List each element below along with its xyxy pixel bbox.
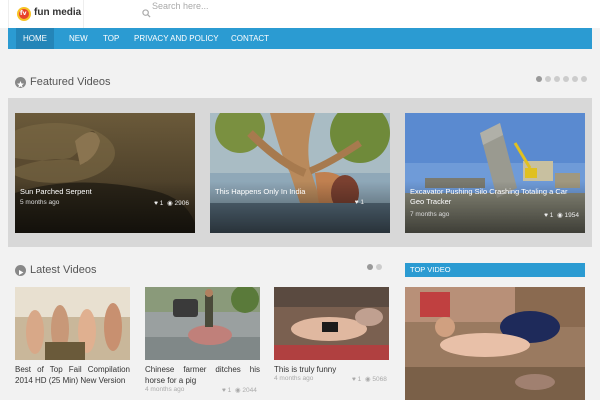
star-icon [15, 77, 26, 88]
carousel-dot[interactable] [367, 264, 373, 270]
eye-icon: ◉ [555, 212, 563, 219]
carousel-dot[interactable] [554, 76, 560, 82]
nav-item-top[interactable]: TOP [96, 28, 126, 49]
featured-video-title[interactable]: Excavator Pushing Silo Crashing Totaling… [410, 187, 580, 207]
search-icon[interactable] [142, 9, 151, 18]
eye-icon: ◉ [233, 387, 241, 394]
top-video-thumbnail[interactable] [405, 287, 585, 400]
latest-video-date: 4 months ago [274, 375, 314, 382]
eye-icon: ◉ [363, 376, 371, 383]
main-nav: HOME NEW TOP PRIVACY AND POLICY CONTACT [8, 28, 592, 49]
carousel-dot[interactable] [545, 76, 551, 82]
top-video-heading: TOP VIDEO [405, 263, 585, 277]
featured-video-title[interactable]: Sun Parched Serpent [20, 187, 92, 197]
featured-video-stats: ♥ 1 ◉ 2906 [154, 200, 189, 207]
latest-video-thumbnail[interactable] [274, 287, 389, 360]
site-logo[interactable]: fv fun media [8, 0, 84, 28]
latest-video-stats: ♥ 1 ◉ 2044 [222, 387, 257, 394]
nav-item-new[interactable]: NEW [62, 28, 95, 49]
heart-icon: ♥ [544, 212, 548, 219]
latest-video-title[interactable]: Best of Top Fail Compilation 2014 HD (25… [15, 364, 130, 386]
latest-video-stats: ♥ 1 ◉ 5068 [352, 376, 387, 383]
search-input[interactable] [152, 0, 352, 12]
featured-video-card[interactable]: Excavator Pushing Silo Crashing Totaling… [405, 113, 585, 233]
eye-icon: ◉ [165, 200, 173, 207]
latest-video-thumbnail[interactable] [15, 287, 130, 360]
heart-icon: ♥ [222, 387, 226, 394]
featured-video-title[interactable]: This Happens Only In India [215, 187, 305, 197]
play-icon [15, 265, 26, 276]
latest-video-thumbnail[interactable] [145, 287, 260, 360]
carousel-dot[interactable] [536, 76, 542, 82]
latest-video-date: 4 months ago [145, 386, 185, 393]
featured-video-stats: ♥ 1 ◉ 1954 [544, 212, 579, 219]
latest-video-title[interactable]: This is truly funny [274, 364, 389, 375]
logo-badge-icon: fv [17, 7, 31, 21]
featured-video-date: 7 months ago [410, 211, 450, 218]
heart-icon: ♥ [154, 200, 158, 207]
site-header: fv fun media [0, 0, 600, 28]
featured-video-card[interactable]: This Happens Only In India ♥ 1 [210, 113, 390, 233]
carousel-dot[interactable] [572, 76, 578, 82]
nav-item-privacy[interactable]: PRIVACY AND POLICY [127, 28, 226, 49]
carousel-dot[interactable] [581, 76, 587, 82]
nav-item-home[interactable]: HOME [16, 28, 54, 49]
featured-video-date: 5 months ago [20, 199, 60, 206]
featured-video-card[interactable]: Sun Parched Serpent 5 months ago ♥ 1 ◉ 2… [15, 113, 195, 233]
latest-title: Latest Videos [30, 264, 97, 276]
heart-icon: ♥ [354, 199, 359, 206]
nav-item-contact[interactable]: CONTACT [224, 28, 276, 49]
featured-video-stats: ♥ 1 [354, 199, 364, 206]
carousel-dot[interactable] [563, 76, 569, 82]
carousel-dot[interactable] [376, 264, 382, 270]
heart-icon: ♥ [352, 376, 356, 383]
latest-video-title[interactable]: Chinese farmer ditches his horse for a p… [145, 364, 260, 386]
logo-text: fun media [34, 7, 82, 18]
featured-title: Featured Videos [30, 76, 111, 88]
